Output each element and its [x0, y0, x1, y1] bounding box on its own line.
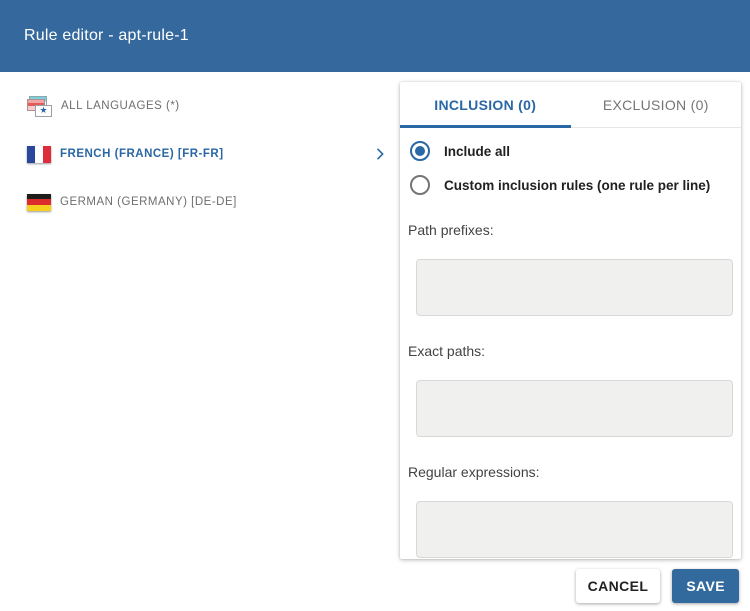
france-flag-icon	[27, 145, 51, 163]
language-item-label: FRENCH (FRANCE) [FR-FR]	[60, 148, 224, 160]
all-languages-flag-icon: ★	[27, 95, 52, 117]
language-list: ★ ALL LANGUAGES (*) FRENCH (FRANCE) [FR-…	[0, 82, 400, 226]
dialog-header: Rule editor - apt-rule-1	[0, 0, 750, 72]
radio-include-all-label: Include all	[444, 143, 511, 159]
regular-expressions-input[interactable]	[416, 501, 733, 558]
tab-exclusion[interactable]: EXCLUSION (0)	[571, 82, 742, 127]
rules-panel: INCLUSION (0) EXCLUSION (0) Include all …	[400, 82, 741, 559]
language-item-german[interactable]: GERMAN (GERMANY) [DE-DE]	[0, 178, 400, 226]
radio-custom-rules[interactable]: Custom inclusion rules (one rule per lin…	[408, 175, 733, 195]
radio-include-all[interactable]: Include all	[408, 141, 733, 161]
chevron-right-icon	[377, 148, 384, 160]
dialog-title: Rule editor - apt-rule-1	[24, 27, 189, 44]
regular-expressions-field: Regular expressions:	[408, 464, 733, 558]
path-prefixes-label: Path prefixes:	[408, 222, 494, 238]
dialog-footer: CANCEL SAVE	[575, 569, 739, 603]
exact-paths-field: Exact paths:	[408, 343, 733, 437]
cancel-button[interactable]: CANCEL	[575, 569, 661, 603]
exact-paths-label: Exact paths:	[408, 343, 486, 359]
rule-editor-dialog: Rule editor - apt-rule-1 ★ ALL LANGUAGES…	[0, 0, 750, 611]
language-item-all-languages[interactable]: ★ ALL LANGUAGES (*)	[0, 82, 400, 130]
save-button[interactable]: SAVE	[672, 569, 739, 603]
radio-selected-icon	[410, 141, 430, 161]
language-item-label: ALL LANGUAGES (*)	[61, 100, 180, 112]
path-prefixes-input[interactable]	[416, 259, 733, 316]
radio-custom-rules-label: Custom inclusion rules (one rule per lin…	[444, 177, 711, 193]
tab-inclusion[interactable]: INCLUSION (0)	[400, 82, 571, 128]
inclusion-tab-content: Include all Custom inclusion rules (one …	[400, 128, 741, 558]
language-item-label: GERMAN (GERMANY) [DE-DE]	[60, 196, 237, 208]
exact-paths-input[interactable]	[416, 380, 733, 437]
radio-unselected-icon	[410, 175, 430, 195]
language-item-french[interactable]: FRENCH (FRANCE) [FR-FR]	[0, 130, 400, 178]
germany-flag-icon	[27, 193, 51, 211]
tab-bar: INCLUSION (0) EXCLUSION (0)	[400, 82, 741, 128]
path-prefixes-field: Path prefixes:	[408, 222, 733, 316]
regular-expressions-label: Regular expressions:	[408, 464, 540, 480]
